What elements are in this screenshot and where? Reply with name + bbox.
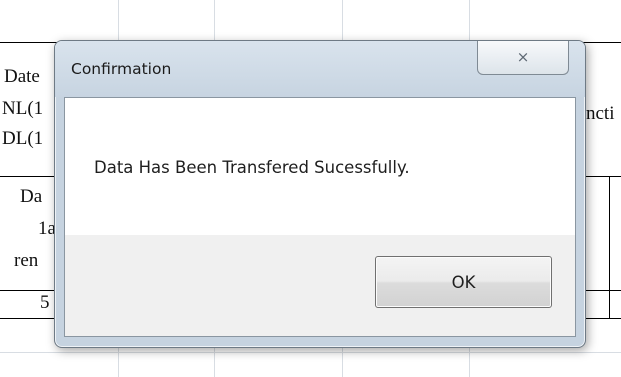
gridline <box>0 352 621 353</box>
cell-nl: NL(1 <box>2 98 44 119</box>
dialog-titlebar[interactable]: Confirmation × <box>55 41 585 97</box>
cell-5: 5 <box>40 292 50 313</box>
ok-button-label: OK <box>451 272 476 292</box>
cell-da: Da <box>20 186 43 207</box>
dialog-body: Data Has Been Transfered Sucessfully. OK <box>64 97 576 337</box>
ok-button[interactable]: OK <box>375 256 552 308</box>
cell-dl: DL(1 <box>2 128 44 149</box>
message-text: Data Has Been Transfered Sucessfully. <box>94 158 410 177</box>
table-border <box>609 176 610 318</box>
confirmation-dialog: Confirmation × Data Has Been Transfered … <box>54 40 586 348</box>
message-area: Data Has Been Transfered Sucessfully. <box>65 98 575 235</box>
cell-ncti: ncti <box>586 103 615 124</box>
dialog-title: Confirmation <box>71 60 172 78</box>
close-icon: × <box>516 47 530 66</box>
cell-date: Date <box>4 66 40 87</box>
close-button[interactable]: × <box>477 41 569 75</box>
cell-ren: ren <box>14 250 39 271</box>
